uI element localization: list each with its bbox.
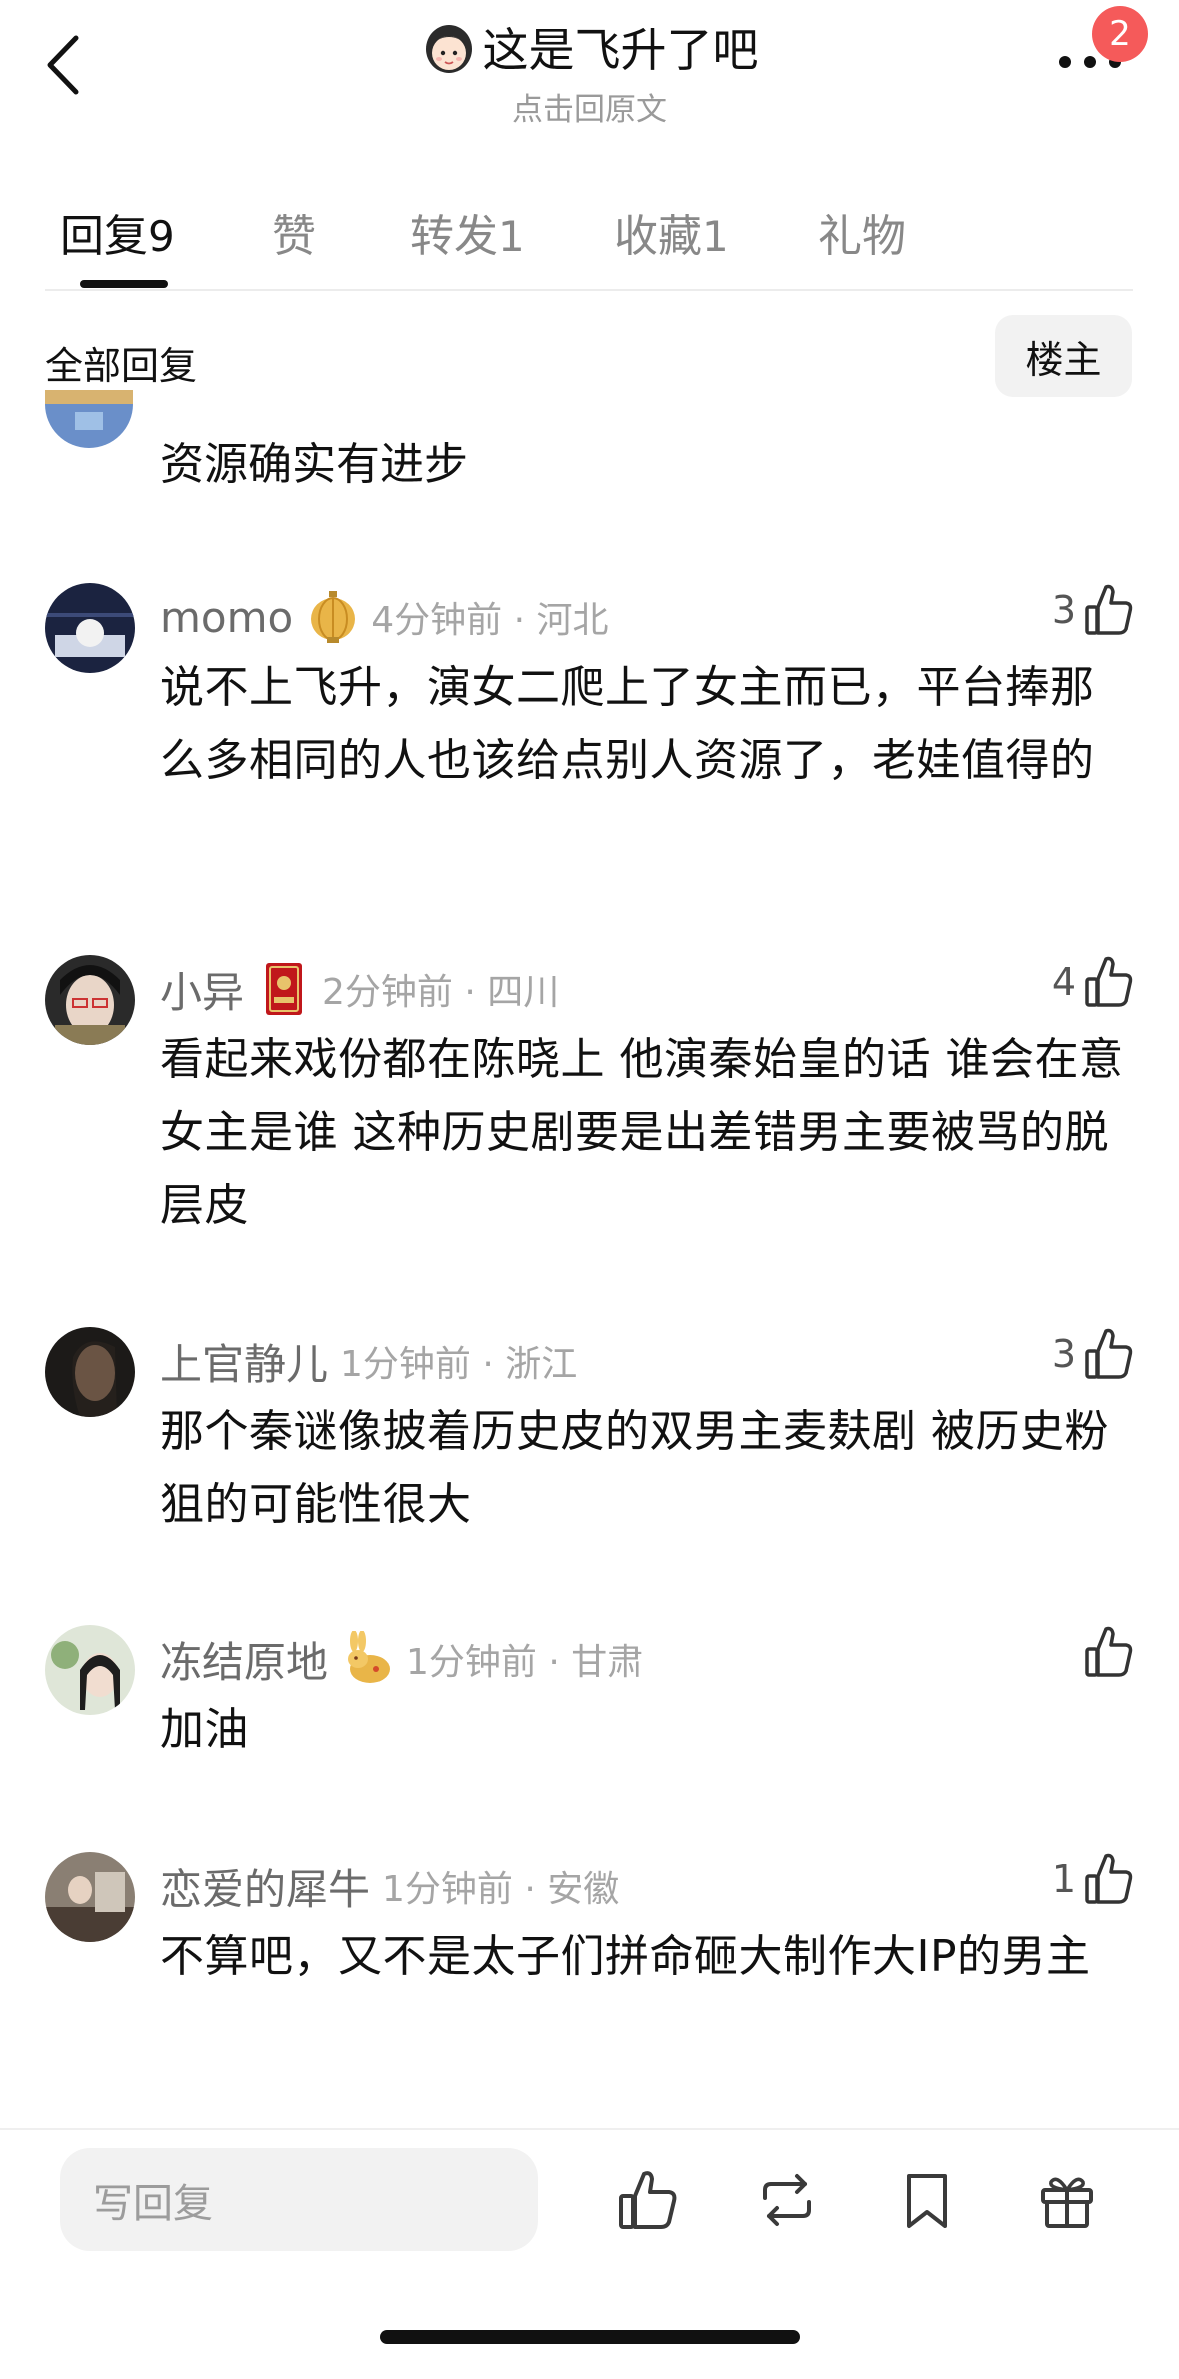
avatar[interactable] (45, 1327, 135, 1417)
top-bar: 这是飞升了吧 点击回原文 2 (0, 0, 1179, 130)
avatar[interactable] (45, 390, 133, 448)
avatar[interactable] (45, 583, 135, 673)
tab-favorites[interactable]: 收藏1 (614, 200, 729, 264)
comment-text: 说不上飞升，演女二爬上了女主而已，平台捧那么多相同的人也该给点别人资源了，老娃值… (160, 662, 1095, 786)
like-count: 4 (1051, 960, 1076, 1004)
tab-replies[interactable]: 回复9 (60, 200, 175, 264)
divider (0, 2128, 1179, 2130)
avatar[interactable] (45, 955, 135, 1045)
avatar[interactable] (45, 1625, 135, 1715)
home-indicator (380, 2330, 800, 2344)
like-button[interactable]: 1 (1052, 1852, 1134, 1906)
tab-likes-label: 赞 (272, 211, 316, 262)
username[interactable]: 小异 (160, 959, 244, 1020)
thumbs-up-icon (1085, 1626, 1133, 1677)
owner-only-filter-button[interactable]: 楼主 (995, 315, 1132, 397)
time-location: 2分钟前 · 四川 (322, 972, 560, 1013)
time-location: 4分钟前 · 河北 (371, 600, 609, 641)
lantern-icon (311, 591, 356, 643)
tab-reposts[interactable]: 转发1 (410, 200, 525, 264)
username[interactable]: 上官静儿 (160, 1331, 328, 1392)
thumbs-up-icon (1085, 584, 1133, 635)
active-tab-indicator (80, 280, 168, 288)
time-location: 1分钟前 · 浙江 (340, 1344, 578, 1385)
comment-text: 那个秦谜像披着历史皮的双男主麦麸剧 被历史粉狙的可能性很大 (160, 1406, 1109, 1530)
like-icon[interactable] (615, 2168, 679, 2232)
page-title: 这是飞升了吧 (482, 23, 759, 77)
tab-gifts-label: 礼物 (818, 211, 906, 262)
thumbs-up-icon (1085, 1853, 1133, 1904)
tab-bar: 回复9 赞 转发1 收藏1 礼物 (0, 190, 1179, 290)
bookmark-icon[interactable] (895, 2168, 959, 2232)
tab-gifts[interactable]: 礼物 (818, 200, 906, 264)
like-count: 3 (1051, 588, 1076, 632)
red-book-icon (266, 963, 303, 1015)
tab-replies-count: 9 (148, 212, 175, 261)
comment-text: 资源确实有进步 (160, 439, 468, 490)
gift-icon[interactable] (1035, 2168, 1099, 2232)
thumbs-up-icon (1085, 956, 1133, 1007)
thumbs-up-icon (1085, 1328, 1133, 1379)
tab-likes[interactable]: 赞 (272, 200, 316, 264)
tab-replies-label: 回复 (60, 211, 148, 262)
like-button[interactable] (1076, 1625, 1134, 1679)
rabbit-icon (348, 1631, 391, 1683)
repost-icon[interactable] (755, 2168, 819, 2232)
comment-text: 不算吧，又不是太子们拼命砸大制作大IP的男主 (160, 1931, 1091, 1982)
tab-favorites-label: 收藏 (614, 211, 702, 262)
notification-badge: 2 (1092, 6, 1148, 62)
all-replies-heading: 全部回复 (45, 344, 198, 388)
girl-face-emoji-icon (425, 25, 472, 73)
like-count: 1 (1051, 1857, 1076, 1901)
like-button[interactable]: 3 (1052, 1327, 1134, 1381)
comment-text: 看起来戏份都在陈晓上 他演秦始皇的话 谁会在意女主是谁 这种历史剧要是出差错男主… (160, 1034, 1124, 1231)
tab-reposts-label: 转发 (410, 211, 498, 262)
username[interactable]: 恋爱的犀牛 (160, 1856, 370, 1917)
like-button[interactable]: 3 (1052, 583, 1134, 637)
comment-text: 加油 (160, 1704, 249, 1755)
like-button[interactable]: 4 (1052, 955, 1134, 1009)
tab-favorites-count: 1 (702, 212, 729, 261)
time-location: 1分钟前 · 甘肃 (406, 1642, 644, 1683)
back-to-original-link[interactable]: 点击回原文 (0, 84, 1179, 129)
username[interactable]: 冻结原地 (160, 1629, 328, 1690)
title-block[interactable]: 这是飞升了吧 点击回原文 (0, 14, 1179, 129)
like-count: 3 (1051, 1332, 1076, 1376)
tab-reposts-count: 1 (498, 212, 525, 261)
avatar[interactable] (45, 1852, 135, 1942)
reply-input[interactable]: 写回复 (60, 2148, 538, 2251)
divider (45, 289, 1133, 291)
username[interactable]: momo (160, 593, 293, 642)
time-location: 1分钟前 · 安徽 (382, 1869, 620, 1910)
